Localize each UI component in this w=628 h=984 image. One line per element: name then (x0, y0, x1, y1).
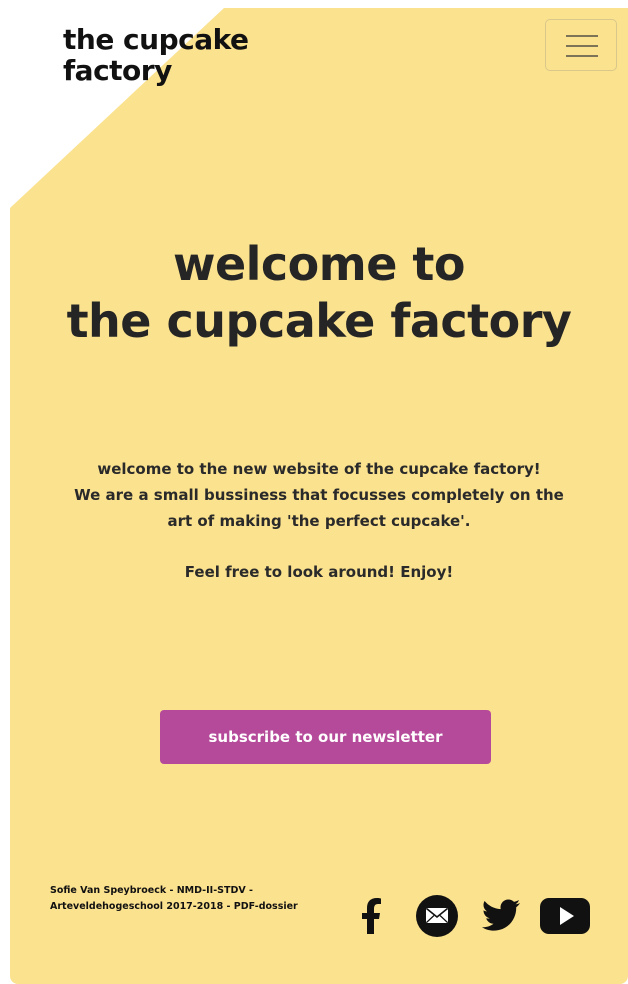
facebook-icon[interactable] (358, 890, 388, 942)
title-line-2: the cupcake factory (66, 294, 572, 348)
footer-credits: Sofie Van Speybroeck - NMD-II-STDV - Art… (50, 883, 298, 915)
menu-button[interactable] (545, 19, 617, 71)
intro-spacer (10, 534, 628, 559)
page: the cupcake factory welcome to the cupca… (0, 0, 628, 984)
credit-line-1: Sofie Van Speybroeck - NMD-II-STDV - (50, 885, 253, 896)
mail-icon[interactable] (414, 890, 460, 942)
subscribe-button[interactable]: subscribe to our newsletter (160, 710, 491, 764)
intro-text: welcome to the new website of the cupcak… (10, 456, 628, 585)
intro-line-2: We are a small bussiness that focusses c… (74, 486, 564, 504)
credit-line-2: Arteveldehogeschool 2017-2018 - PDF-doss… (50, 901, 298, 912)
logo-line-2: factory (63, 54, 172, 87)
page-title: welcome to the cupcake factory (10, 236, 628, 350)
intro-line-4: Feel free to look around! Enjoy! (184, 563, 454, 581)
intro-line-3: art of making 'the perfect cupcake'. (167, 512, 471, 530)
intro-line-1: welcome to the new website of the cupcak… (97, 460, 541, 478)
site-logo[interactable]: the cupcake factory (63, 23, 249, 87)
title-line-1: welcome to (172, 237, 466, 291)
twitter-icon[interactable] (480, 890, 522, 942)
youtube-icon[interactable] (539, 890, 591, 942)
logo-line-1: the cupcake (63, 23, 249, 56)
